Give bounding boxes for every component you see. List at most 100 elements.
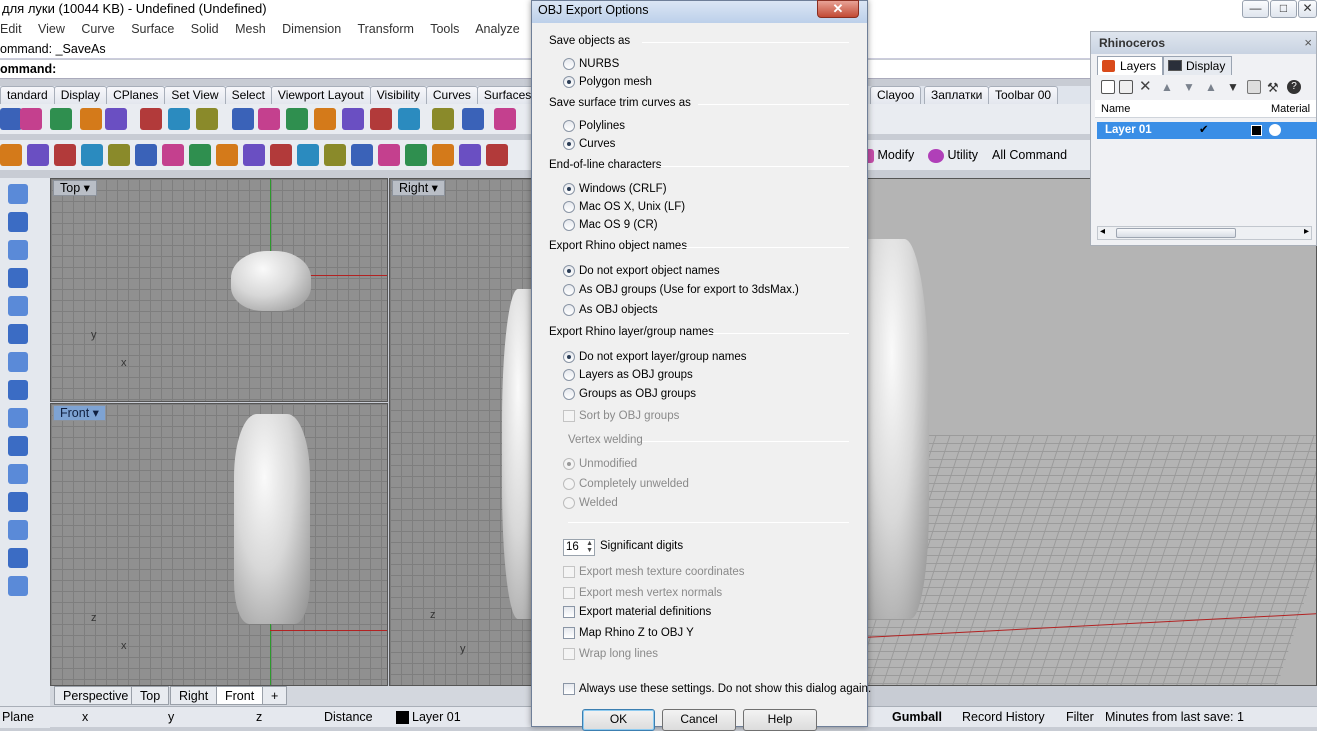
toolbar-tool-icon[interactable] <box>168 108 190 130</box>
scroll-left-icon[interactable]: ◂ <box>1100 226 1105 237</box>
toolbar-tool-icon[interactable] <box>0 108 22 130</box>
toolbar-tool-icon[interactable] <box>81 144 103 166</box>
status-plane[interactable]: Plane <box>2 707 34 727</box>
tab-select[interactable]: Select <box>224 86 272 104</box>
toolbar-tool-icon[interactable] <box>105 108 127 130</box>
move-up-icon[interactable]: ▲ <box>1161 80 1175 94</box>
help-icon[interactable]: ? <box>1287 80 1301 94</box>
menu-dimension[interactable]: Dimension <box>282 22 341 36</box>
toolbar-tool-icon[interactable] <box>370 108 392 130</box>
all-command-menu[interactable]: All Command <box>992 148 1067 162</box>
toolbar-tool-icon[interactable] <box>243 144 265 166</box>
new-sublayer-icon[interactable] <box>1119 80 1133 94</box>
left-tool-icon[interactable] <box>8 296 28 316</box>
toolbar-tool-icon[interactable] <box>80 108 102 130</box>
toolbar-tool-icon[interactable] <box>342 108 364 130</box>
tab-visibility[interactable]: Visibility <box>369 86 427 104</box>
menu-solid[interactable]: Solid <box>191 22 219 36</box>
status-filter[interactable]: Filter <box>1066 707 1094 727</box>
left-tool-icon[interactable] <box>8 408 28 428</box>
menu-edit[interactable]: Edit <box>0 22 22 36</box>
tab-curves[interactable]: Curves <box>425 86 478 104</box>
left-tool-icon[interactable] <box>8 184 28 204</box>
viewport-label-right[interactable]: Right ▾ <box>392 180 445 196</box>
mesh-object-front[interactable] <box>234 414 310 624</box>
filter-icon[interactable]: ▼ <box>1227 80 1241 94</box>
add-tab-button[interactable]: + <box>262 686 288 705</box>
dialog-close-button[interactable]: ✕ <box>817 0 859 18</box>
new-layer-icon[interactable] <box>1101 80 1115 94</box>
tab-display[interactable]: Display <box>53 86 108 104</box>
left-tool-icon[interactable] <box>8 436 28 456</box>
move-down-icon[interactable]: ▼ <box>1183 80 1197 94</box>
toolbar-tool-icon[interactable] <box>405 144 427 166</box>
status-gumball[interactable]: Gumball <box>892 707 942 727</box>
toolbar-tool-icon[interactable] <box>196 108 218 130</box>
mesh-object-right[interactable] <box>502 289 531 619</box>
toolbar-tool-icon[interactable] <box>162 144 184 166</box>
toolbar-tool-icon[interactable] <box>50 108 72 130</box>
material-icon[interactable] <box>1269 124 1281 136</box>
toolbar-tool-icon[interactable] <box>0 144 22 166</box>
menu-mesh[interactable]: Mesh <box>235 22 266 36</box>
menu-surface[interactable]: Surface <box>131 22 174 36</box>
toolbar-tool-icon[interactable] <box>494 108 516 130</box>
column-material[interactable]: Material <box>1271 100 1310 118</box>
tab-front[interactable]: Front <box>216 686 264 705</box>
toolbar-tool-icon[interactable] <box>20 108 42 130</box>
minimize-button[interactable]: — <box>1242 0 1269 18</box>
menu-analyze[interactable]: Analyze <box>475 22 519 36</box>
toolbar-tool-icon[interactable] <box>351 144 373 166</box>
toolbar-tool-icon[interactable] <box>216 144 238 166</box>
layer-name[interactable]: Layer 01 <box>1105 122 1152 139</box>
toolbar-tool-icon[interactable] <box>140 108 162 130</box>
left-tool-icon[interactable] <box>8 520 28 540</box>
toolbar-tool-icon[interactable] <box>258 108 280 130</box>
toolbar-tool-icon[interactable] <box>189 144 211 166</box>
status-record-history[interactable]: Record History <box>962 707 1045 727</box>
toolbar-tool-icon[interactable] <box>54 144 76 166</box>
tab-top[interactable]: Top <box>131 686 170 705</box>
toolbar-tool-icon[interactable] <box>108 144 130 166</box>
tab-right[interactable]: Right <box>170 686 218 705</box>
maximize-button[interactable]: □ <box>1270 0 1297 18</box>
tools-icon[interactable] <box>1247 80 1261 94</box>
panel-scrollbar[interactable]: ◂ ▸ <box>1097 226 1312 240</box>
viewport-top[interactable]: Top ▾ y x <box>50 178 388 402</box>
viewport-perspective[interactable] <box>866 178 1317 686</box>
menu-tools[interactable]: Tools <box>430 22 459 36</box>
menu-view[interactable]: View <box>38 22 65 36</box>
toolbar-tool-icon[interactable] <box>486 144 508 166</box>
left-tool-icon[interactable] <box>8 492 28 512</box>
current-layer-check-icon[interactable]: ✔ <box>1199 122 1209 139</box>
toolbar-tool-icon[interactable] <box>314 108 336 130</box>
tab-set-view[interactable]: Set View <box>164 86 226 104</box>
mesh-object-perspective[interactable] <box>867 239 929 619</box>
tab-display-panel[interactable]: Display <box>1163 56 1233 75</box>
left-tool-icon[interactable] <box>8 576 28 596</box>
delete-icon[interactable]: ✕ <box>1139 79 1153 94</box>
toolbar-tool-icon[interactable] <box>27 144 49 166</box>
left-tool-icon[interactable] <box>8 464 28 484</box>
left-tool-icon[interactable] <box>8 240 28 260</box>
mesh-object-top[interactable] <box>231 251 311 311</box>
viewport-right[interactable]: Right ▾ z y <box>389 178 532 686</box>
toolbar-tool-icon[interactable] <box>270 144 292 166</box>
spin-arrows-icon[interactable]: ▲ ▼ <box>586 540 593 554</box>
column-name[interactable]: Name <box>1101 100 1130 118</box>
left-tool-icon[interactable] <box>8 352 28 372</box>
chevron-down-icon[interactable]: ▾ <box>84 181 90 195</box>
menu-curve[interactable]: Curve <box>81 22 114 36</box>
scroll-right-icon[interactable]: ▸ <box>1304 226 1309 237</box>
move-up-parent-icon[interactable]: ▲ <box>1205 80 1219 94</box>
chevron-down-icon[interactable]: ▾ <box>432 181 438 195</box>
left-tool-icon[interactable] <box>8 548 28 568</box>
layer-row[interactable]: Layer 01 ✔ <box>1097 122 1317 139</box>
viewport-label-top[interactable]: Top ▾ <box>53 180 97 196</box>
left-tool-icon[interactable] <box>8 380 28 400</box>
toolbar-tool-icon[interactable] <box>297 144 319 166</box>
tab-viewport-layout[interactable]: Viewport Layout <box>270 86 371 104</box>
toolbar-tool-icon[interactable] <box>135 144 157 166</box>
tab-cplanes[interactable]: CPlanes <box>106 86 166 104</box>
toolbar-tool-icon[interactable] <box>462 108 484 130</box>
